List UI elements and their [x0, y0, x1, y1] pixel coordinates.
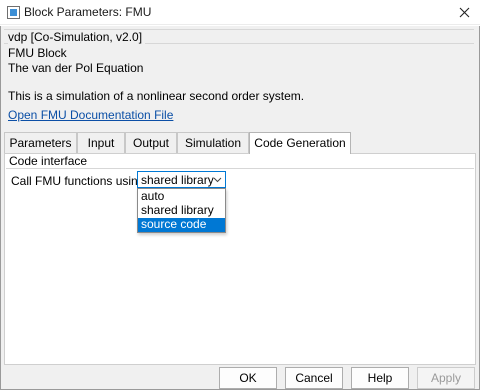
- close-button[interactable]: [452, 2, 476, 23]
- section-title: Code interface: [9, 154, 91, 168]
- apply-button[interactable]: Apply: [417, 367, 475, 389]
- ok-button[interactable]: OK: [219, 367, 277, 389]
- block-subtitle: The van der Pol Equation: [8, 61, 144, 75]
- select-value: shared library: [141, 173, 214, 187]
- dialog-content: vdp [Co-Simulation, v2.0] FMU Block The …: [0, 26, 480, 365]
- app-icon: [7, 6, 20, 19]
- call-fmu-label: Call FMU functions using:: [11, 174, 148, 188]
- option-auto[interactable]: auto: [138, 190, 225, 204]
- option-shared-library[interactable]: shared library: [138, 204, 225, 218]
- code-interface-section: Code interface: [6, 154, 474, 169]
- close-icon: [459, 7, 469, 18]
- block-group-header: vdp [Co-Simulation, v2.0]: [4, 29, 474, 44]
- code-generation-panel: Code interface Call FMU functions using:…: [4, 153, 476, 365]
- block-group-title: vdp [Co-Simulation, v2.0]: [8, 30, 146, 44]
- block-description: This is a simulation of a nonlinear seco…: [8, 89, 305, 103]
- chevron-down-icon: [213, 177, 222, 183]
- tab-code-generation[interactable]: Code Generation: [249, 132, 351, 154]
- cancel-button[interactable]: Cancel: [285, 367, 343, 389]
- title-bar: Block Parameters: FMU: [0, 0, 480, 25]
- tab-simulation[interactable]: Simulation: [177, 132, 249, 153]
- tab-parameters[interactable]: Parameters: [4, 132, 77, 153]
- window-title: Block Parameters: FMU: [24, 5, 152, 19]
- tab-input[interactable]: Input: [77, 132, 125, 153]
- call-fmu-select[interactable]: shared library: [137, 171, 226, 188]
- help-button[interactable]: Help: [351, 367, 409, 389]
- option-source-code[interactable]: source code: [138, 218, 225, 232]
- block-name: FMU Block: [8, 46, 67, 60]
- documentation-link[interactable]: Open FMU Documentation File: [8, 108, 173, 122]
- button-bar: OK Cancel Help Apply: [0, 365, 480, 390]
- call-fmu-dropdown-list: auto shared library source code: [137, 188, 226, 233]
- tab-output[interactable]: Output: [125, 132, 177, 153]
